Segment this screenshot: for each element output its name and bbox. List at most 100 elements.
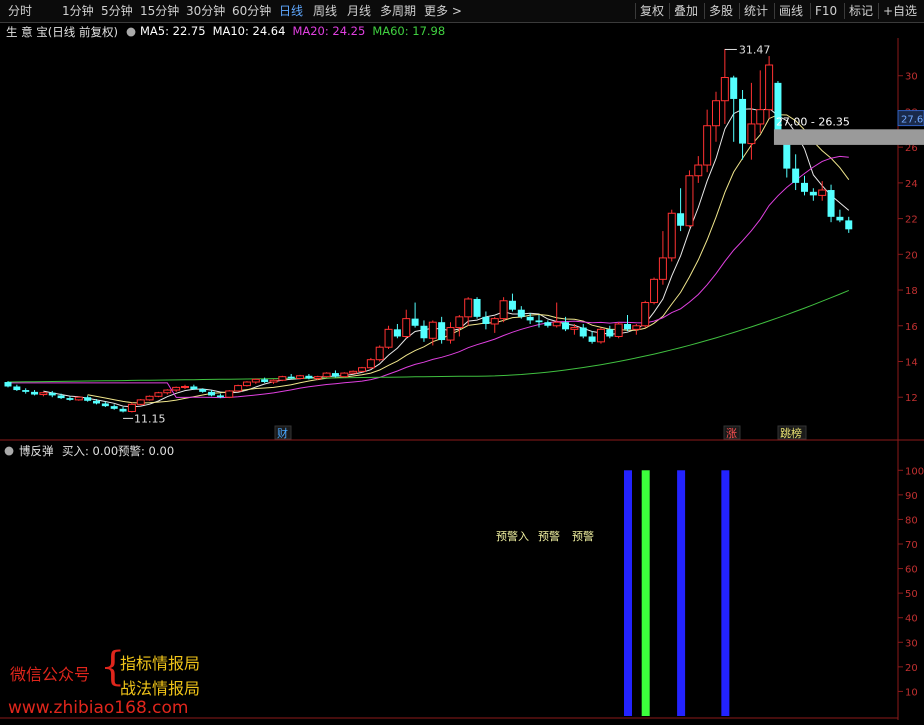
candle-body bbox=[261, 379, 269, 383]
ma60-line bbox=[7, 289, 849, 383]
candle-body bbox=[296, 375, 305, 379]
price-tick-label: 12 bbox=[905, 393, 918, 404]
watermark-account-2: 战法情报局 bbox=[120, 679, 201, 698]
candle-body bbox=[31, 391, 39, 395]
candle-body bbox=[199, 389, 207, 392]
candle-body bbox=[658, 257, 667, 280]
candle-body bbox=[190, 386, 198, 390]
candle-body bbox=[632, 325, 641, 330]
candle-body bbox=[588, 336, 596, 342]
candle-body bbox=[818, 189, 827, 196]
candle-body bbox=[544, 322, 552, 326]
ma-legend: MA5: 22.75 MA10: 24.64 MA20: 24.25 MA60: 17… bbox=[140, 24, 452, 38]
candle-body bbox=[402, 318, 411, 337]
signal-bar-0 bbox=[624, 470, 632, 716]
candle-body bbox=[172, 386, 181, 391]
candle-body bbox=[535, 320, 543, 323]
candle-body bbox=[836, 216, 844, 221]
candle-body bbox=[181, 385, 189, 388]
candle-body bbox=[562, 322, 570, 330]
candle-body bbox=[331, 373, 339, 377]
warn-indicator: 预警: 0.00 bbox=[118, 444, 175, 458]
sub-tick-label: 90 bbox=[905, 491, 918, 502]
candle-body bbox=[420, 325, 428, 339]
candle-body bbox=[624, 323, 631, 330]
sub-tick-label: 20 bbox=[905, 663, 918, 674]
candle-body bbox=[464, 298, 473, 318]
candle-body bbox=[208, 391, 216, 396]
candle-body bbox=[552, 321, 561, 327]
candle-body bbox=[428, 321, 437, 339]
signal-bar-3 bbox=[721, 470, 730, 716]
candle-body bbox=[490, 318, 499, 325]
candle-body bbox=[57, 395, 65, 399]
price-tick-label: 30 bbox=[905, 72, 918, 83]
ma-legend-item-0: MA5: 22.75 bbox=[140, 24, 206, 38]
candle-body bbox=[685, 175, 694, 227]
candle-body bbox=[22, 390, 30, 392]
price-tick-label: 20 bbox=[905, 250, 918, 261]
candle-body bbox=[783, 141, 791, 169]
candle-body bbox=[119, 408, 127, 412]
candle-body bbox=[349, 370, 358, 374]
candle-body bbox=[84, 397, 92, 401]
sub-tick-label: 80 bbox=[905, 515, 918, 526]
candle-body bbox=[251, 378, 260, 383]
candle-body bbox=[499, 300, 508, 320]
ma-legend-item-3: MA60: 17.98 bbox=[372, 24, 446, 38]
candle-body bbox=[809, 191, 817, 196]
price-tick-label: 14 bbox=[905, 357, 918, 368]
low-label: 11.15 bbox=[134, 412, 166, 425]
sub-panel-icon[interactable]: ● bbox=[4, 443, 14, 457]
candle-body bbox=[225, 390, 234, 398]
candle-body bbox=[801, 182, 808, 192]
candle-body bbox=[641, 302, 650, 327]
candle-body bbox=[4, 382, 12, 387]
candle-body bbox=[66, 398, 74, 400]
candle-body bbox=[154, 392, 163, 397]
sub-tick-label: 30 bbox=[905, 638, 918, 649]
signal-label-1: 预警 bbox=[538, 529, 560, 543]
candle-body bbox=[774, 82, 782, 137]
candle-body bbox=[517, 309, 525, 317]
candle-body bbox=[570, 327, 579, 330]
candle-body bbox=[739, 98, 747, 144]
sub-tick-label: 40 bbox=[905, 614, 918, 625]
price-tick-label: 22 bbox=[905, 215, 918, 226]
price-tick-label: 18 bbox=[905, 286, 918, 297]
candle-body bbox=[39, 392, 48, 396]
candle-body bbox=[384, 328, 393, 348]
candle-body bbox=[694, 164, 703, 177]
candle-body bbox=[305, 375, 313, 379]
candle-body bbox=[358, 367, 366, 372]
kline-chart: 3028262422201816141227.631.4711.1527.00 … bbox=[0, 38, 924, 720]
candle-body bbox=[650, 278, 659, 304]
candle-body bbox=[667, 212, 676, 259]
candle-body bbox=[455, 316, 464, 329]
ma-legend-item-1: MA10: 24.64 bbox=[212, 24, 286, 38]
range-band bbox=[773, 129, 924, 145]
price-tick-label: 24 bbox=[905, 179, 918, 190]
candle-body bbox=[216, 395, 224, 398]
candle-body bbox=[792, 168, 800, 183]
sub-tick-label: 50 bbox=[905, 589, 918, 600]
ma20-line bbox=[8, 155, 849, 399]
candle-body bbox=[438, 322, 446, 341]
watermark-wechat: 微信公众号 bbox=[10, 665, 91, 684]
event-marker-1: 涨 bbox=[726, 427, 737, 440]
candle-body bbox=[163, 389, 172, 394]
watermark-site: www.zhibiao168.com bbox=[8, 698, 189, 718]
candle-body bbox=[340, 372, 349, 378]
candle-body bbox=[508, 300, 516, 310]
ma-legend-icon[interactable]: ● bbox=[126, 24, 136, 38]
candle-body bbox=[765, 64, 774, 111]
price-tick-label: 16 bbox=[905, 322, 918, 333]
candle-body bbox=[473, 298, 481, 317]
buy-indicator: 买入: 0.00 bbox=[62, 444, 119, 458]
candle-body bbox=[730, 77, 738, 99]
candle-body bbox=[393, 329, 401, 337]
candle-body bbox=[703, 125, 712, 166]
candle-body bbox=[375, 346, 384, 361]
candle-body bbox=[101, 403, 109, 407]
watermark-account-1: 指标情报局 bbox=[120, 654, 201, 673]
